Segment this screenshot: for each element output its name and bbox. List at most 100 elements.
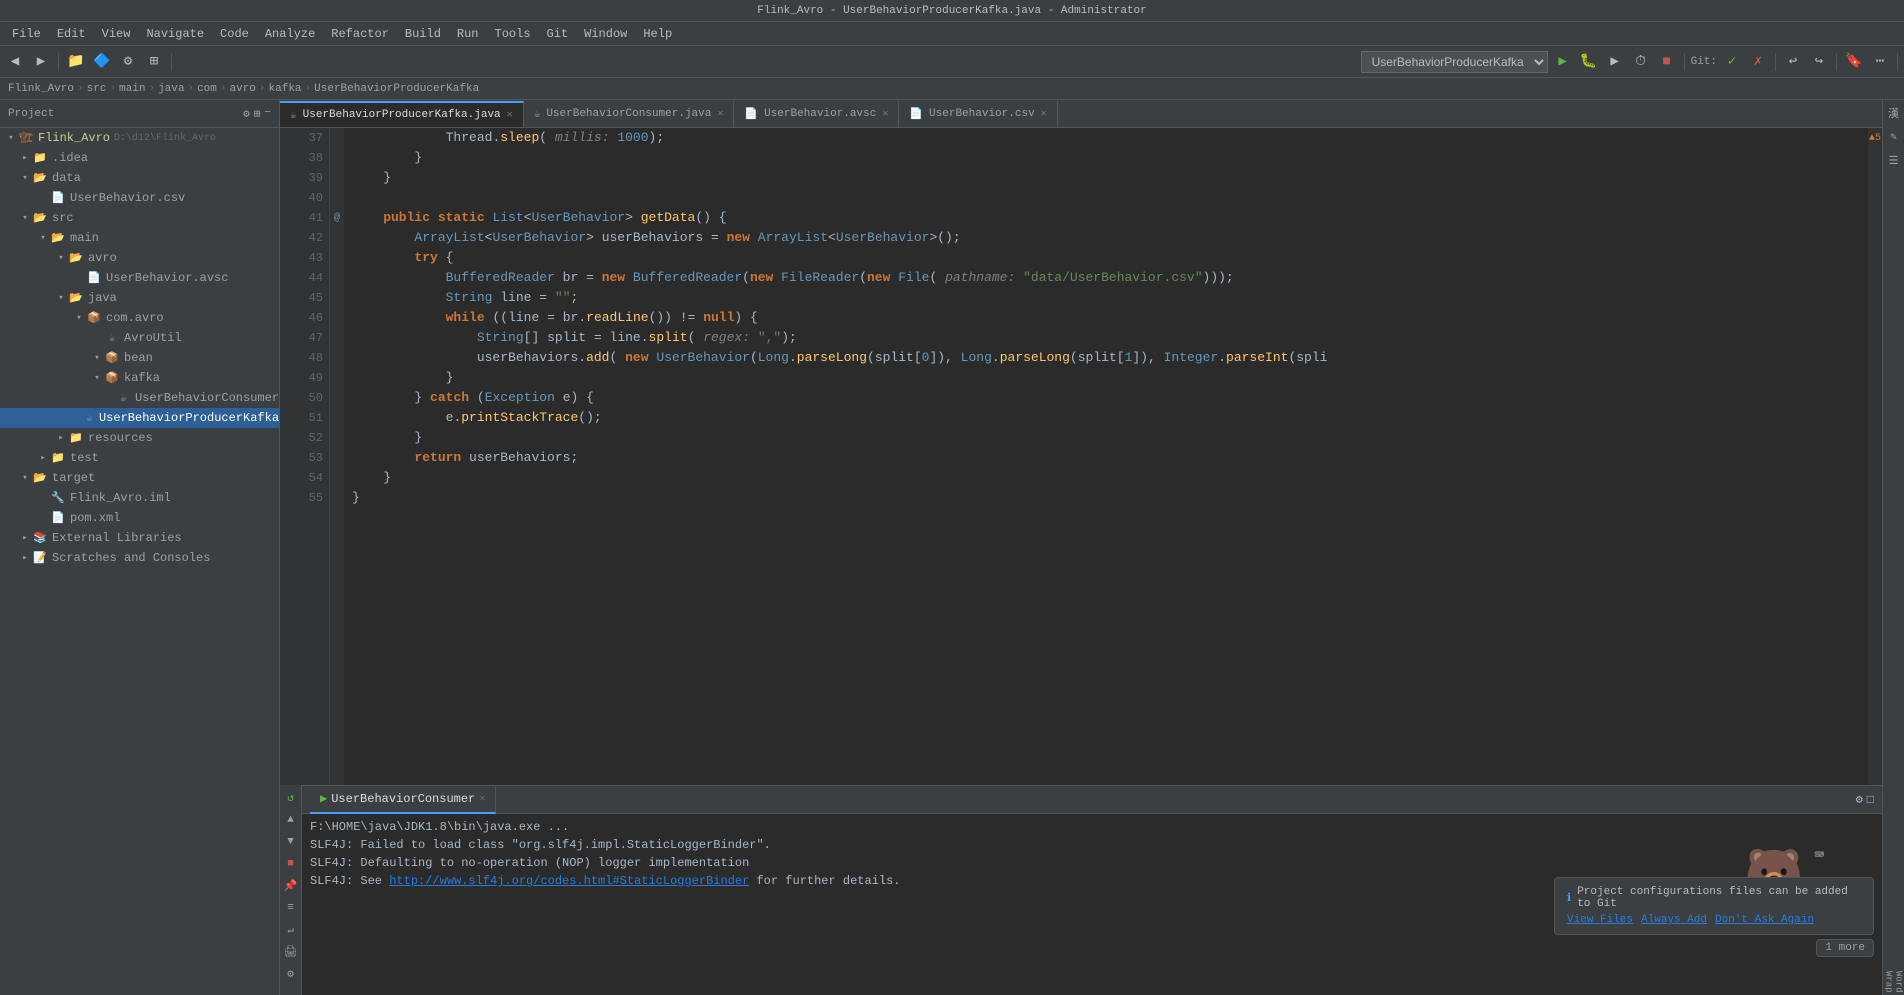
menu-window[interactable]: Window (576, 25, 635, 43)
rs-icon-word-wrap[interactable]: Word Wrap (1885, 973, 1903, 991)
editor-area: ☕ UserBehaviorProducerKafka.java ✕ ☕ Use… (280, 100, 1882, 995)
run-stop-icon[interactable]: ■ (282, 855, 300, 873)
tree-item-src[interactable]: ▾ 📂 src (0, 208, 279, 228)
tree-item-target[interactable]: ▾ 📂 target (0, 468, 279, 488)
run-tab-close[interactable]: ✕ (479, 793, 485, 805)
run-coverage-button[interactable]: ▶ (1604, 51, 1626, 73)
notification-more[interactable]: 1 more (1816, 939, 1874, 957)
layout-button[interactable]: ⊞ (143, 51, 165, 73)
tree-item-producer[interactable]: ☕ UserBehaviorProducerKafka (0, 408, 279, 428)
run-settings-btn[interactable]: ⚙ (1856, 792, 1863, 807)
menu-code[interactable]: Code (212, 25, 257, 43)
run-up-icon[interactable]: ▲ (282, 811, 300, 829)
git-x-button[interactable]: ✗ (1747, 51, 1769, 73)
tree-item-avro[interactable]: ▾ 📂 avro (0, 248, 279, 268)
bc-class[interactable]: UserBehaviorProducerKafka (314, 83, 479, 95)
settings-button[interactable]: ⚙ (117, 51, 139, 73)
structure-button[interactable]: 🔷 (91, 51, 113, 73)
tree-item-java[interactable]: ▾ 📂 java (0, 288, 279, 308)
tree-item-data[interactable]: ▾ 📂 data (0, 168, 279, 188)
bc-java[interactable]: java (158, 83, 184, 95)
run-pin-icon[interactable]: 📌 (282, 877, 300, 895)
menu-view[interactable]: View (94, 25, 139, 43)
tree-item-main[interactable]: ▾ 📂 main (0, 228, 279, 248)
tab-avsc-close[interactable]: ✕ (882, 108, 888, 120)
rs-icon-2[interactable]: ✎ (1885, 128, 1903, 146)
menu-build[interactable]: Build (397, 25, 449, 43)
tree-item-iml[interactable]: 🔧 Flink_Avro.iml (0, 488, 279, 508)
bookmark-button[interactable]: 🔖 (1843, 51, 1865, 73)
bc-avro[interactable]: avro (230, 83, 256, 95)
bc-kafka[interactable]: kafka (269, 83, 302, 95)
tree-item-com[interactable]: ▾ 📦 com.avro (0, 308, 279, 328)
debug-button[interactable]: 🐛 (1578, 51, 1600, 73)
tree-item-test[interactable]: ▸ 📁 test (0, 448, 279, 468)
tab-producer-close[interactable]: ✕ (507, 109, 513, 121)
rs-icon-3[interactable]: ☰ (1885, 152, 1903, 170)
menu-tools[interactable]: Tools (487, 25, 539, 43)
tree-item-bean[interactable]: ▾ 📦 bean (0, 348, 279, 368)
slf4j-link[interactable]: http://www.slf4j.org/codes.html#StaticLo… (389, 874, 749, 888)
tree-item-userbehavior-csv[interactable]: 📄 UserBehavior.csv (0, 188, 279, 208)
tree-item-resources[interactable]: ▸ 📁 resources (0, 428, 279, 448)
tab-consumer-close[interactable]: ✕ (717, 108, 723, 120)
undo-button[interactable]: ↩ (1782, 51, 1804, 73)
run-restart-icon[interactable]: ↺ (282, 789, 300, 807)
menu-analyze[interactable]: Analyze (257, 25, 323, 43)
bc-flink-avro[interactable]: Flink_Avro (8, 83, 74, 95)
pom-icon: 📄 (50, 510, 66, 526)
more-button[interactable]: ⋯ (1869, 51, 1891, 73)
notif-dont-ask[interactable]: Don't Ask Again (1715, 914, 1814, 926)
tab-csv-close[interactable]: ✕ (1041, 108, 1047, 120)
tree-item-idea[interactable]: ▸ 📁 .idea (0, 148, 279, 168)
tree-item-external-libs[interactable]: ▸ 📚 External Libraries (0, 528, 279, 548)
bc-src[interactable]: src (87, 83, 107, 95)
sidebar-minimize-icon[interactable]: − (264, 107, 271, 121)
run-wrap-icon[interactable]: ↵ (282, 921, 300, 939)
tree-item-consumer[interactable]: ☕ UserBehaviorConsumer (0, 388, 279, 408)
run-filter-icon[interactable]: ≡ (282, 899, 300, 917)
tree-item-scratches[interactable]: ▸ 📝 Scratches and Consoles (0, 548, 279, 568)
notif-always-add[interactable]: Always Add (1641, 914, 1707, 926)
run-tab-consumer[interactable]: ▶ UserBehaviorConsumer ✕ (310, 786, 496, 814)
tab-csv[interactable]: 📄 UserBehavior.csv ✕ (899, 101, 1057, 127)
run-line-1: F:\HOME\java\JDK1.8\bin\java.exe ... (310, 818, 1874, 836)
back-button[interactable]: ◀ (4, 51, 26, 73)
tree-item-flink-avro[interactable]: ▾ 🏗 Flink_Avro D:\d12\Flink_Avro (0, 128, 279, 148)
profile-button[interactable]: ⏱ (1630, 51, 1652, 73)
tab-consumer[interactable]: ☕ UserBehaviorConsumer.java ✕ (524, 101, 735, 127)
tab-producer[interactable]: ☕ UserBehaviorProducerKafka.java ✕ (280, 101, 524, 127)
stop-button[interactable]: ■ (1656, 51, 1678, 73)
bc-main[interactable]: main (119, 83, 145, 95)
run-config-dropdown[interactable]: UserBehaviorProducerKafka (1361, 51, 1548, 73)
tree-item-avroutil[interactable]: ☕ AvroUtil (0, 328, 279, 348)
menu-help[interactable]: Help (635, 25, 680, 43)
menu-run[interactable]: Run (449, 25, 487, 43)
bc-com[interactable]: com (197, 83, 217, 95)
git-check-button[interactable]: ✓ (1721, 51, 1743, 73)
tab-avsc[interactable]: 📄 UserBehavior.avsc ✕ (734, 101, 899, 127)
run-print-icon[interactable]: 🖨 (282, 943, 300, 961)
tree-label-data: data (52, 171, 81, 185)
menu-navigate[interactable]: Navigate (138, 25, 212, 43)
menu-file[interactable]: File (4, 25, 49, 43)
menu-refactor[interactable]: Refactor (323, 25, 397, 43)
run-maximize-btn[interactable]: □ (1867, 793, 1874, 807)
sidebar-layout-icon[interactable]: ⊞ (254, 107, 261, 121)
tree-item-pom[interactable]: 📄 pom.xml (0, 508, 279, 528)
tree-item-kafka-pkg[interactable]: ▾ 📦 kafka (0, 368, 279, 388)
menu-git[interactable]: Git (539, 25, 577, 43)
project-view-button[interactable]: 📁 (65, 51, 87, 73)
run-button[interactable]: ▶ (1552, 51, 1574, 73)
tree-item-avsc[interactable]: 📄 UserBehavior.avsc (0, 268, 279, 288)
run-settings-icon[interactable]: ⚙ (282, 965, 300, 983)
run-down-icon[interactable]: ▼ (282, 833, 300, 851)
sidebar-gear-icon[interactable]: ⚙ (243, 107, 250, 121)
producer-icon: ☕ (84, 410, 95, 426)
redo-button[interactable]: ↪ (1808, 51, 1830, 73)
code-content[interactable]: Thread.sleep( millis: 1000); } } public … (344, 128, 1868, 785)
notif-view-files[interactable]: View Files (1567, 914, 1633, 926)
menu-edit[interactable]: Edit (49, 25, 94, 43)
forward-button[interactable]: ▶ (30, 51, 52, 73)
rs-icon-1[interactable]: 漢 (1885, 104, 1903, 122)
